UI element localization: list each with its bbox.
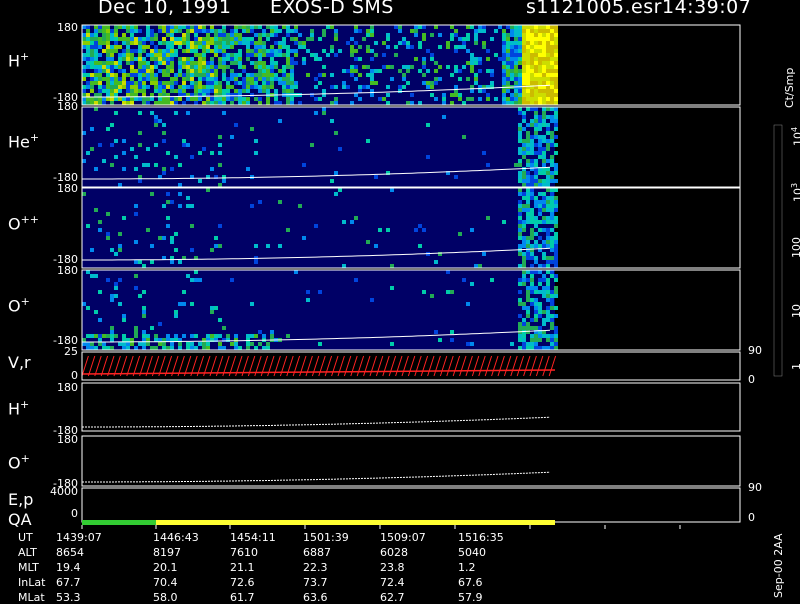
panel-label-qa: QA: [8, 510, 32, 529]
orbit-cell: 1516:35: [458, 531, 504, 544]
rtick-ep-90: 90: [748, 481, 762, 494]
orbit-cell: 1501:39: [303, 531, 349, 544]
ytick-qa-min: 0: [71, 507, 78, 520]
qa-segment-green: [82, 520, 156, 525]
orbit-row-mlt: MLT 19.4 20.1 21.1 22.3 23.8 1.2: [0, 561, 560, 574]
colorbar-tick-10: 10: [790, 304, 800, 318]
footer-note: Sep-00 2AA: [772, 533, 785, 598]
e-p-qa-panel: [81, 487, 741, 525]
orbit-cell: 23.8: [380, 561, 405, 574]
line-panel-h-plus-2: [81, 382, 741, 432]
orbit-row-label: MLT: [18, 561, 39, 574]
orbit-cell: 70.4: [153, 576, 178, 589]
orbit-cell: 20.1: [153, 561, 178, 574]
v-r-sawtooth: [81, 351, 741, 381]
orbit-cell: 72.6: [230, 576, 255, 589]
orbit-cell: 57.9: [458, 591, 483, 604]
panel-label-e-p: E,p: [8, 490, 34, 509]
orbit-cell: 7610: [230, 546, 258, 559]
orbit-cell: 62.7: [380, 591, 405, 604]
orbit-cell: 67.6: [458, 576, 483, 589]
orbit-cell: 6028: [380, 546, 408, 559]
ytick-he-max: 180: [57, 100, 78, 113]
header-time: 14:39:07: [662, 0, 752, 18]
panel-label-o-plusplus: O++: [8, 213, 40, 234]
orbit-cell: 5040: [458, 546, 486, 559]
ytick-h-max: 180: [57, 21, 78, 34]
ytick-op-max: 180: [57, 264, 78, 277]
colorbar-tick-1: 1: [790, 363, 800, 370]
orbit-cell: 53.3: [56, 591, 81, 604]
orbit-cell: 1.2: [458, 561, 476, 574]
rtick-vr-90: 90: [748, 344, 762, 357]
colorbar-unit-label: Ct/Smp: [783, 67, 796, 108]
orbit-cell: 1439:07: [56, 531, 102, 544]
orbit-row-inlat: InLat 67.7 70.4 72.6 73.7 72.4 67.6: [0, 576, 560, 589]
orbit-cell: 19.4: [56, 561, 81, 574]
colorbar: [773, 124, 783, 377]
orbit-row-alt: ALT 8654 8197 7610 6887 6028 5040: [0, 546, 560, 559]
line-panel-o-plus-2: [81, 435, 741, 487]
x-axis-ticks: [81, 525, 681, 529]
summary-plot: [81, 24, 783, 529]
orbit-cell: 1454:11: [230, 531, 276, 544]
orbit-cell: 1446:43: [153, 531, 199, 544]
orbit-row-label: UT: [18, 531, 33, 544]
orbit-cell: 8654: [56, 546, 84, 559]
rtick-qa-0: 0: [748, 511, 755, 524]
spectrogram-o_plus: [81, 269, 741, 351]
panel-label-h-plus-2: H+: [8, 398, 30, 419]
spectrogram-he_plus: [81, 106, 741, 188]
orbit-cell: 58.0: [153, 591, 178, 604]
orbit-row-label: InLat: [18, 576, 46, 589]
orbit-row-label: ALT: [18, 546, 37, 559]
orbit-cell: 21.1: [230, 561, 255, 574]
colorbar-tick-10000: 104: [790, 126, 800, 146]
panel-frame: [81, 382, 741, 432]
qa-segment-yellow: [156, 520, 555, 525]
orbit-cell: 6887: [303, 546, 331, 559]
ytick-ep-max: 4000: [50, 485, 78, 498]
orbit-cell: 73.7: [303, 576, 328, 589]
panel-label-h-plus: H+: [8, 50, 30, 71]
panel-frame: [81, 435, 741, 487]
orbit-cell: 61.7: [230, 591, 255, 604]
orbit-cell: 22.3: [303, 561, 328, 574]
header-file: s1121005.esr: [526, 0, 662, 18]
ytick-h2-max: 180: [57, 381, 78, 394]
spectrogram-h_plus: [81, 24, 741, 106]
orbit-cell: 63.6: [303, 591, 328, 604]
header-mission: EXOS-D SMS: [270, 0, 394, 18]
orbit-row-ut: UT 1439:07 1446:43 1454:11 1501:39 1509:07 151…: [0, 531, 560, 544]
orbit-row-label: MLat: [18, 591, 45, 604]
panel-label-o-plus: O+: [8, 295, 30, 316]
colorbar-tick-100: 100: [790, 237, 800, 258]
spectrogram-o_plusplus: [81, 187, 741, 269]
header-date: Dec 10, 1991: [98, 0, 232, 18]
panel-label-v-r: V,r: [8, 353, 31, 372]
orbit-cell: 67.7: [56, 576, 81, 589]
panel-label-he-plus: He+: [8, 131, 40, 152]
colorbar-tick-1000: 103: [790, 182, 800, 202]
orbit-cell: 1509:07: [380, 531, 426, 544]
ytick-vr-max: 25: [64, 345, 78, 358]
panel-label-o-plus-2: O+: [8, 452, 30, 473]
orbit-cell: 8197: [153, 546, 181, 559]
ytick-o2-max: 180: [57, 433, 78, 446]
orbit-cell: 72.4: [380, 576, 405, 589]
rtick-vr-0: 0: [748, 373, 755, 386]
orbit-row-mlat: MLat 53.3 58.0 61.7 63.6 62.7 57.9: [0, 591, 560, 604]
ytick-opp-max: 180: [57, 182, 78, 195]
